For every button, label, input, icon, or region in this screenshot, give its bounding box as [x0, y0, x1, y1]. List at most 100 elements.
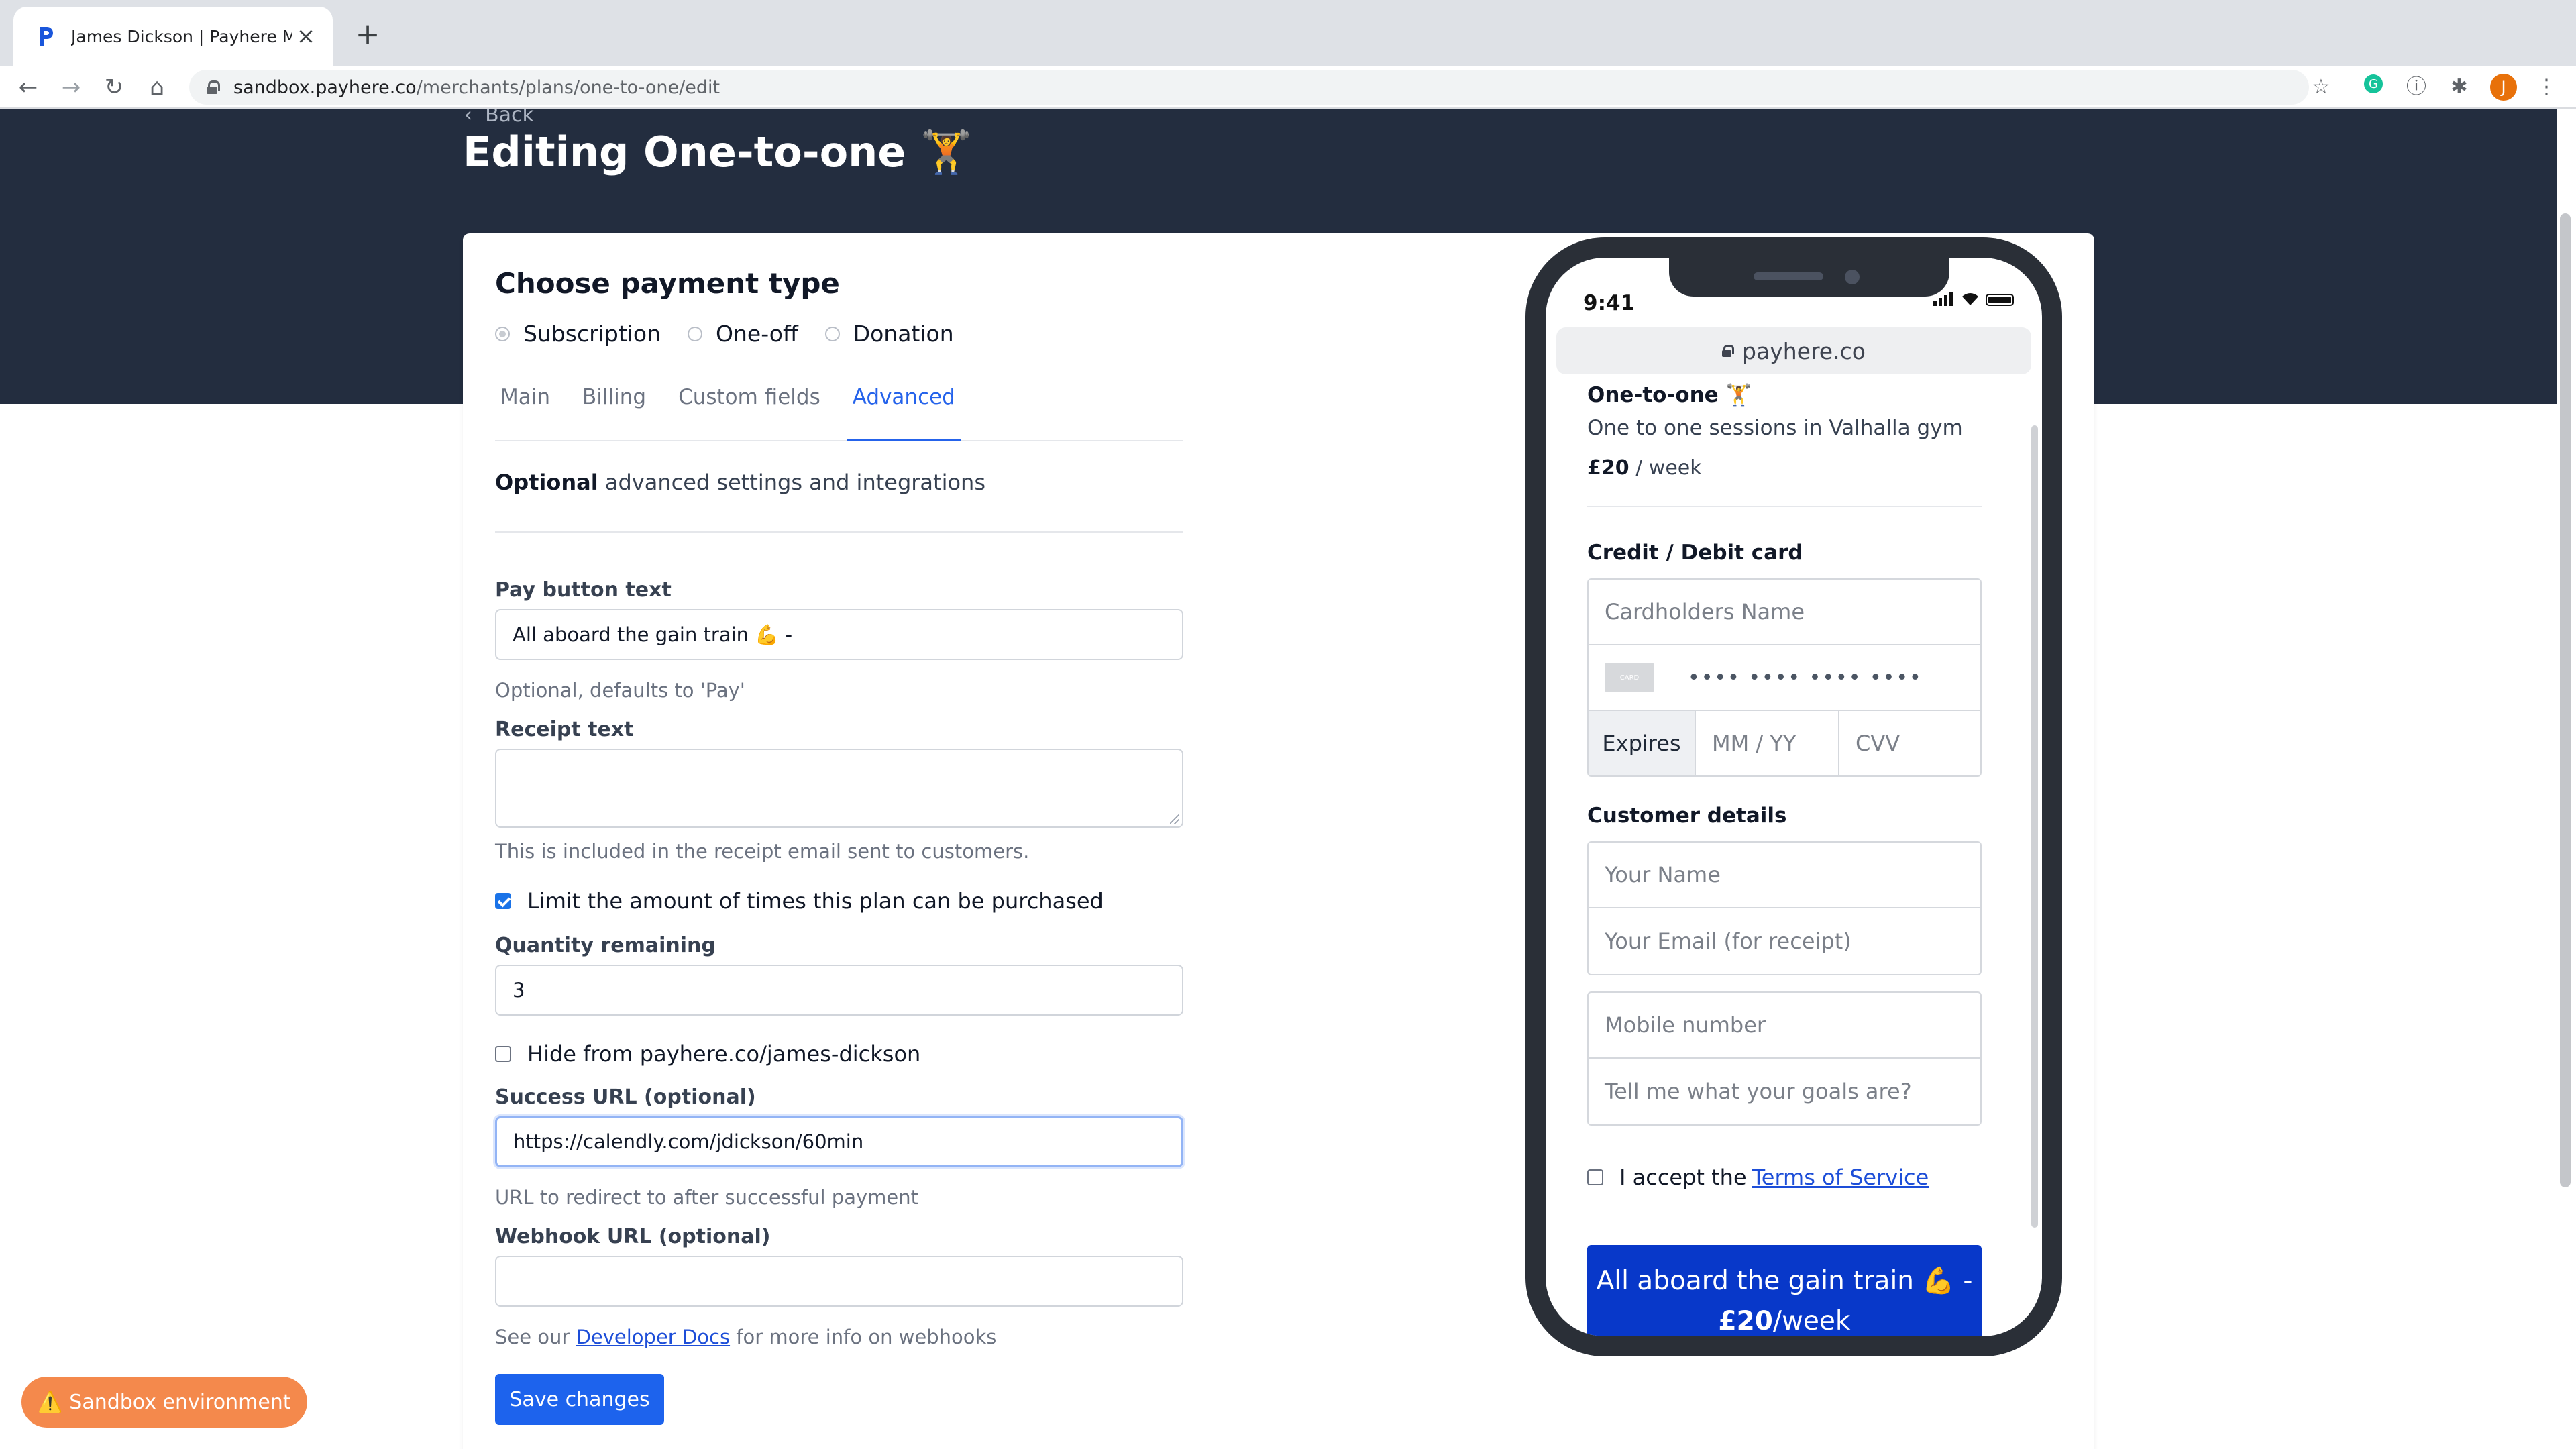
receipt-help: This is included in the receipt email se…	[495, 840, 1030, 863]
tab-advanced[interactable]: Advanced	[847, 381, 961, 441]
quantity-remaining-label: Quantity remaining	[495, 934, 716, 957]
cvv-input[interactable]: CVV	[1839, 711, 1980, 775]
expiry-input[interactable]: MM / YY	[1696, 711, 1839, 775]
card-number-placeholder: •••• •••• •••• ••••	[1688, 665, 1923, 690]
info-extension-icon[interactable]: ⓘ	[2403, 74, 2430, 101]
camera-icon	[1845, 270, 1860, 284]
expiry-row: Expires MM / YY CVV	[1589, 711, 1980, 775]
quantity-remaining-input[interactable]: 3	[495, 965, 1183, 1016]
chevron-left-icon: ‹	[464, 109, 486, 127]
webhook-url-label: Webhook URL (optional)	[495, 1225, 771, 1248]
sandbox-environment-badge[interactable]: ⚠️ Sandbox environment	[21, 1377, 307, 1428]
hide-from-profile-checkbox[interactable]	[495, 1046, 511, 1062]
receipt-text-textarea[interactable]	[495, 749, 1183, 828]
bookmark-star-icon[interactable]: ☆	[2308, 74, 2334, 101]
pay-period: /week	[1772, 1306, 1851, 1336]
pay-button-line1: All aboard the gain train 💪 -	[1596, 1266, 1973, 1296]
address-bar[interactable]: sandbox.payhere.co/merchants/plans/one-t…	[189, 70, 2309, 105]
your-name-input[interactable]: Your Name	[1589, 843, 1980, 908]
status-icons	[1933, 292, 2014, 306]
receipt-text-label: Receipt text	[495, 718, 634, 741]
payhere-favicon-icon	[36, 25, 56, 48]
reload-icon[interactable]: ↻	[99, 72, 129, 102]
url-path: /merchants/plans/one-to-one/edit	[416, 76, 720, 98]
intro-bold: Optional	[495, 470, 598, 495]
hide-from-profile-row[interactable]: Hide from payhere.co/james-dickson	[495, 1041, 920, 1067]
back-link[interactable]: ‹ Back	[464, 109, 534, 127]
webhook-help-prefix: See our	[495, 1326, 576, 1348]
checkout-preview: One-to-one 🏋 One to one sessions in Valh…	[1546, 374, 2042, 1336]
radio-one-off-control[interactable]	[688, 326, 703, 341]
page-scrollbar[interactable]	[2560, 213, 2571, 1187]
preview-scrollbar[interactable]	[2031, 425, 2038, 1228]
webhook-help: See our Developer Docs for more info on …	[495, 1326, 996, 1348]
browser-tab[interactable]: James Dickson | Payhere Merc ×	[13, 7, 333, 66]
advanced-intro: Optional advanced settings and integrati…	[495, 470, 985, 495]
terms-of-service-link[interactable]: Terms of Service	[1752, 1165, 1929, 1190]
new-tab-button[interactable]: +	[349, 16, 386, 54]
pay-button-text-label: Pay button text	[495, 578, 672, 602]
radio-one-off[interactable]: One-off	[688, 321, 798, 347]
status-time: 9:41	[1583, 291, 1635, 315]
save-changes-button[interactable]: Save changes	[495, 1374, 664, 1425]
profile-avatar[interactable]: J	[2490, 74, 2517, 101]
pay-button-text-input[interactable]: All aboard the gain train 💪 -	[495, 609, 1183, 660]
success-url-label: Success URL (optional)	[495, 1085, 756, 1109]
phone-preview: 9:41 payhere.co One-to-one 🏋 One to one …	[1525, 237, 2062, 1356]
forward-arrow-icon[interactable]: →	[56, 72, 86, 102]
intro-text: advanced settings and integrations	[598, 470, 985, 495]
terms-row[interactable]: I accept the Terms of Service	[1587, 1165, 1929, 1190]
limit-purchases-checkbox[interactable]	[495, 893, 511, 909]
your-email-input[interactable]: Your Email (for receipt)	[1589, 908, 1980, 974]
radio-one-off-label: One-off	[716, 321, 798, 347]
radio-subscription[interactable]: Subscription	[495, 321, 661, 347]
terms-prefix: I accept the	[1619, 1165, 1747, 1190]
price-period: / week	[1629, 456, 1702, 480]
card-heading: Credit / Debit card	[1587, 541, 1803, 565]
tab-main[interactable]: Main	[495, 381, 555, 441]
limit-purchases-label: Limit the amount of times this plan can …	[527, 888, 1104, 914]
pay-button[interactable]: All aboard the gain train 💪 - £20/week	[1587, 1245, 1982, 1336]
mobile-number-input[interactable]: Mobile number	[1589, 993, 1980, 1059]
limit-purchases-row[interactable]: Limit the amount of times this plan can …	[495, 888, 1104, 914]
browser-toolbar: ← → ↻ ⌂ sandbox.payhere.co/merchants/pla…	[0, 66, 2576, 109]
success-url-input[interactable]: https://calendly.com/jdickson/60min	[495, 1116, 1183, 1167]
divider	[495, 531, 1183, 533]
resize-handle-icon[interactable]	[1170, 814, 1179, 824]
plan-description: One to one sessions in Valhalla gym	[1587, 416, 1963, 440]
webhook-url-input[interactable]	[495, 1256, 1183, 1307]
back-label: Back	[485, 109, 534, 127]
tab-billing[interactable]: Billing	[577, 381, 651, 441]
signal-icon	[1933, 292, 1955, 306]
tab-custom-fields[interactable]: Custom fields	[673, 381, 826, 441]
tab-close-icon[interactable]: ×	[292, 23, 319, 50]
cardholder-name-input[interactable]: Cardholders Name	[1589, 580, 1980, 645]
plan-name: One-to-one 🏋	[1587, 383, 1752, 407]
tab-title: James Dickson | Payhere Merc	[71, 26, 292, 46]
terms-checkbox[interactable]	[1587, 1169, 1603, 1185]
settings-tabs: Main Billing Custom fields Advanced	[495, 381, 1183, 441]
speaker-icon	[1754, 272, 1823, 280]
radio-donation-control[interactable]	[824, 326, 840, 341]
wifi-icon	[1962, 293, 1978, 305]
success-url-help: URL to redirect to after successful paym…	[495, 1186, 918, 1209]
expires-label: Expires	[1589, 711, 1696, 775]
radio-subscription-control[interactable]	[495, 326, 510, 341]
svg-text:G: G	[2369, 77, 2378, 91]
goals-input[interactable]: Tell me what your goals are?	[1589, 1059, 1980, 1124]
home-icon[interactable]: ⌂	[142, 72, 172, 102]
mobile-address: payhere.co	[1742, 337, 1866, 364]
section-title: Choose payment type	[495, 267, 840, 300]
page: ‹ Back Editing One-to-one 🏋 Choose payme…	[0, 109, 2576, 1449]
customer-fields: Your Name Your Email (for receipt)	[1587, 841, 1982, 975]
extensions-puzzle-icon[interactable]: ✱	[2446, 74, 2473, 101]
payment-type-radios: Subscription One-off Donation	[495, 321, 981, 347]
browser-menu-icon[interactable]: ⋮	[2533, 74, 2560, 101]
customer-heading: Customer details	[1587, 804, 1787, 828]
phone-screen: 9:41 payhere.co One-to-one 🏋 One to one …	[1546, 258, 2042, 1336]
card-number-input[interactable]: CARD •••• •••• •••• ••••	[1589, 645, 1980, 711]
back-arrow-icon[interactable]: ←	[13, 72, 43, 102]
developer-docs-link[interactable]: Developer Docs	[576, 1326, 731, 1348]
radio-donation[interactable]: Donation	[824, 321, 954, 347]
grammarly-extension-icon[interactable]: G	[2360, 74, 2387, 101]
